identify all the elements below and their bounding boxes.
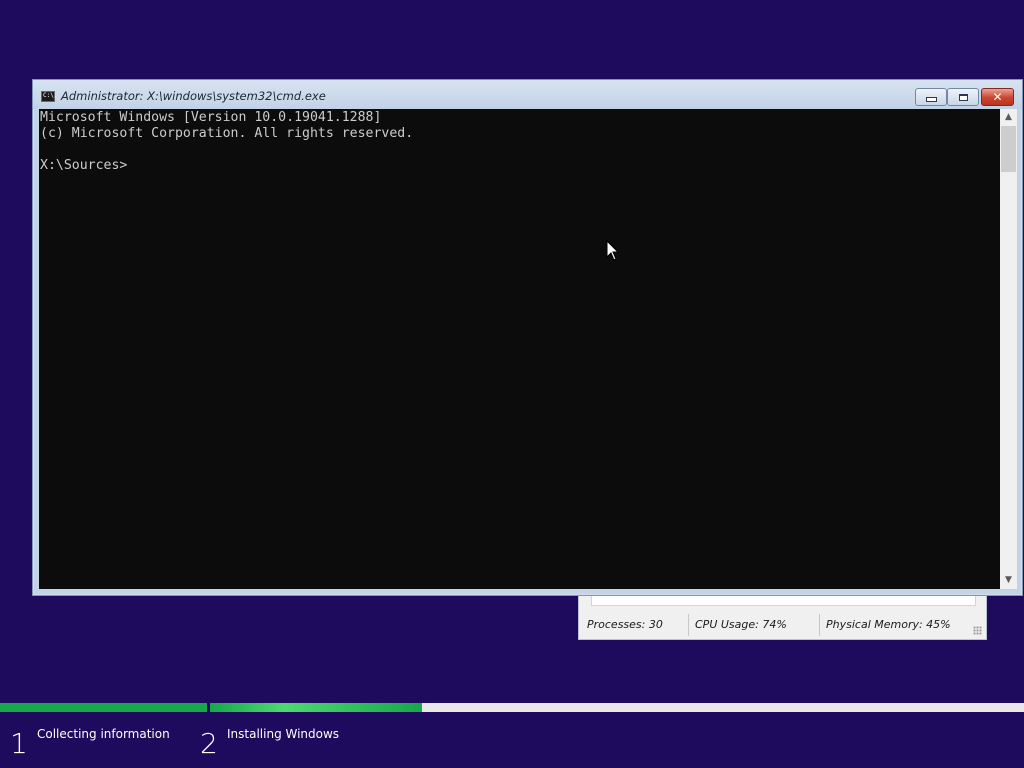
step-label: Collecting information [37,727,170,741]
scroll-thumb[interactable] [1001,126,1016,172]
step1-progress-track [0,703,207,712]
window-title: Administrator: X:\windows\system32\cmd.e… [61,89,326,103]
step1-progress-fill [0,703,207,712]
minimize-icon [925,97,937,102]
task-manager-content-edge [591,596,976,606]
task-manager-window: Processes: 30 CPU Usage: 74% Physical Me… [578,590,987,640]
console-icon[interactable]: C:\. [41,91,58,102]
console-line: Microsoft Windows [Version 10.0.19041.12… [40,110,382,125]
step2-progress-track [210,703,1024,712]
console-text: Microsoft Windows [Version 10.0.19041.12… [40,110,413,174]
mouse-pointer-icon [606,240,620,261]
minimize-button[interactable] [915,88,947,106]
cpu-usage: CPU Usage: 74% [689,613,820,636]
resize-grip-icon[interactable] [973,626,982,635]
physical-memory: Physical Memory: 45% [826,617,951,631]
scroll-down-icon[interactable]: ▼ [1000,572,1017,589]
close-icon: ✕ [992,90,1003,104]
step2-progress-fill [210,703,423,712]
maximize-button[interactable] [947,88,979,106]
vertical-scrollbar[interactable]: ▲ ▼ [1000,109,1017,589]
console-line: (c) Microsoft Corporation. All rights re… [40,126,414,141]
command-prompt[interactable]: X:\Sources> [40,158,413,174]
cmd-window: C:\. Administrator: X:\windows\system32\… [32,79,1023,596]
setup-desktop: Processes: 30 CPU Usage: 74% Physical Me… [0,0,1024,768]
setup-progress-bar [0,703,1024,712]
close-button[interactable]: ✕ [981,88,1014,106]
step-number: 1 [10,727,28,760]
scroll-up-icon[interactable]: ▲ [1000,109,1017,126]
step-label: Installing Windows [227,727,340,741]
console-icon-text: C:\. [43,92,58,99]
cmd-titlebar[interactable]: C:\. Administrator: X:\windows\system32\… [33,80,1022,109]
maximize-icon [958,93,968,101]
processes-count: Processes: 30 [581,613,689,636]
console-output[interactable]: Microsoft Windows [Version 10.0.19041.12… [39,109,1000,589]
task-manager-status-bar: Processes: 30 CPU Usage: 74% Physical Me… [581,612,984,637]
step-number: 2 [200,727,218,760]
